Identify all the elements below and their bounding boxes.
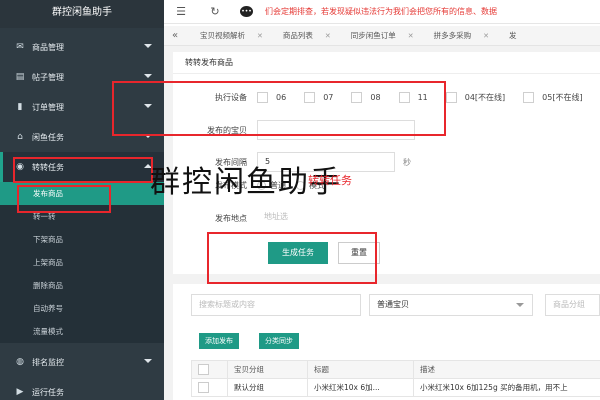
tab-label: 拼多多采购 <box>433 31 472 40</box>
chevron-down-icon <box>516 303 524 307</box>
cell-title: 小米红米10x 6加... <box>307 378 414 397</box>
interval-unit: 秒 <box>403 157 411 167</box>
chevron-down-icon <box>144 74 152 78</box>
sidebar-item-label: 运行任务 <box>32 387 64 397</box>
column-header: 宝贝分组 <box>227 360 308 379</box>
device-name: 04[不在线] <box>464 93 506 102</box>
row-checkbox[interactable] <box>191 378 228 397</box>
table-row[interactable]: 默认分组 小米红米10x 6加... 小米红米10x 6加125g 买的备用机，… <box>191 378 600 397</box>
tab-product-list[interactable]: 商品列表 ✕ <box>269 26 337 45</box>
tab-label: 商品列表 <box>282 31 313 40</box>
tab-label: 发 <box>509 31 517 40</box>
close-icon[interactable]: ✕ <box>257 32 263 40</box>
sidebar-item-label: 帖子管理 <box>32 72 64 82</box>
annotation-box-submenu <box>17 185 111 213</box>
product-list-panel: 搜索标题或内容 普通宝贝 商品分组 添加发布 分类同步 宝贝分组 标题 描述 默… <box>173 284 600 400</box>
sidebar-item-label: 排名监控 <box>32 357 64 367</box>
product-table: 宝贝分组 标题 描述 默认分组 小米红米10x 6加... 小米红米10x 6加… <box>191 360 600 397</box>
watermark-subtext: 转转任务 <box>308 174 352 187</box>
sidebar-item-running-tasks[interactable]: ▶ 运行任务 <box>0 377 164 400</box>
sync-category-button[interactable]: 分类同步 <box>259 333 299 349</box>
cell-description: 小米红米10x 6加125g 买的备用机，用不上 <box>413 378 600 397</box>
group-select[interactable]: 商品分组 <box>545 294 600 316</box>
chat-icon[interactable]: ••• <box>240 6 253 17</box>
annotation-box-actions <box>207 232 377 284</box>
sidebar-subitem-auto-nurture[interactable]: 自动养号 <box>0 297 164 320</box>
select-all-cell[interactable] <box>191 360 228 379</box>
sidebar-item-rank-monitor[interactable]: ◍ 排名监控 <box>0 347 164 377</box>
sidebar-item-product-management[interactable]: ✉ 商品管理 <box>0 32 164 62</box>
topbar: ☰ ↻ ••• 们会定期排查，若发现疑似违法行为我们会把您所有的信息、数据 <box>164 0 600 24</box>
add-publish-button[interactable]: 添加发布 <box>199 333 239 349</box>
location-input[interactable]: 地址选 <box>257 208 347 228</box>
sidebar-subitem-relist[interactable]: 上架商品 <box>0 251 164 274</box>
tab-prev-button[interactable]: « <box>164 30 186 41</box>
app-brand: 群控闲鱼助手 <box>0 0 164 28</box>
item-type-select[interactable]: 普通宝贝 <box>369 294 533 316</box>
select-value: 普通宝贝 <box>377 300 409 309</box>
tab-bar: « 宝贝视频解析 ✕ 商品列表 ✕ 同步闲鱼订单 ✕ 拼多多采购 ✕ 发 <box>164 26 600 46</box>
sidebar-item-label: 商品管理 <box>32 42 64 52</box>
close-icon[interactable]: ✕ <box>408 32 414 40</box>
tab-label: 同步闲鱼订单 <box>350 31 396 40</box>
form-title: 转转发布商品 <box>173 52 600 74</box>
annotation-box-devices <box>164 81 446 136</box>
column-header: 标题 <box>307 360 414 379</box>
location-label: 发布地点 <box>215 213 247 223</box>
chevron-down-icon <box>144 44 152 48</box>
menu-toggle-icon[interactable]: ☰ <box>164 5 198 18</box>
table-header-row: 宝贝分组 标题 描述 <box>191 360 600 379</box>
sidebar-subitem-delist[interactable]: 下架商品 <box>0 228 164 251</box>
chevron-down-icon <box>144 359 152 363</box>
checkbox-box <box>523 92 535 103</box>
refresh-icon[interactable]: ↻ <box>198 5 232 18</box>
device-name: 05[不在线] <box>542 93 583 102</box>
tab-publish[interactable]: 发 <box>495 26 523 45</box>
checkbox-box <box>198 382 209 393</box>
column-header: 描述 <box>413 360 600 379</box>
tab-sync-orders[interactable]: 同步闲鱼订单 ✕ <box>337 26 420 45</box>
search-input[interactable]: 搜索标题或内容 <box>191 294 361 316</box>
checkbox-box <box>198 364 209 375</box>
monitor-icon: ◍ <box>16 357 24 367</box>
location-row: 发布地点 地址选 <box>173 208 347 228</box>
device-checkbox-04[interactable]: 04[不在线] <box>445 92 506 103</box>
tab-video-parse[interactable]: 宝贝视频解析 ✕ <box>186 26 269 45</box>
tab-label: 宝贝视频解析 <box>200 31 245 40</box>
annotation-box-menu <box>13 157 153 183</box>
mail-icon: ✉ <box>16 42 24 52</box>
document-icon: ▮ <box>17 102 23 112</box>
list-icon: ▤ <box>15 72 25 82</box>
annotation-box-order <box>112 81 164 136</box>
sidebar-item-label: 订单管理 <box>32 102 64 112</box>
close-icon[interactable]: ✕ <box>483 32 489 40</box>
tab-pdd-purchase[interactable]: 拼多多采购 ✕ <box>420 26 495 45</box>
sidebar-subitem-delete[interactable]: 删除商品 <box>0 274 164 297</box>
play-icon: ▶ <box>16 387 24 397</box>
checkbox-box <box>445 92 457 103</box>
sidebar-item-label: 闲鱼任务 <box>32 132 64 142</box>
notice-text: 们会定期排查，若发现疑似违法行为我们会把您所有的信息、数据 <box>265 7 497 16</box>
fish-icon: ⌂ <box>17 132 23 142</box>
close-icon[interactable]: ✕ <box>325 32 331 40</box>
cell-group: 默认分组 <box>227 378 308 397</box>
sidebar-subitem-traffic-mode[interactable]: 流量模式 <box>0 320 164 343</box>
device-checkbox-05[interactable]: 05[不在线] <box>523 92 583 103</box>
